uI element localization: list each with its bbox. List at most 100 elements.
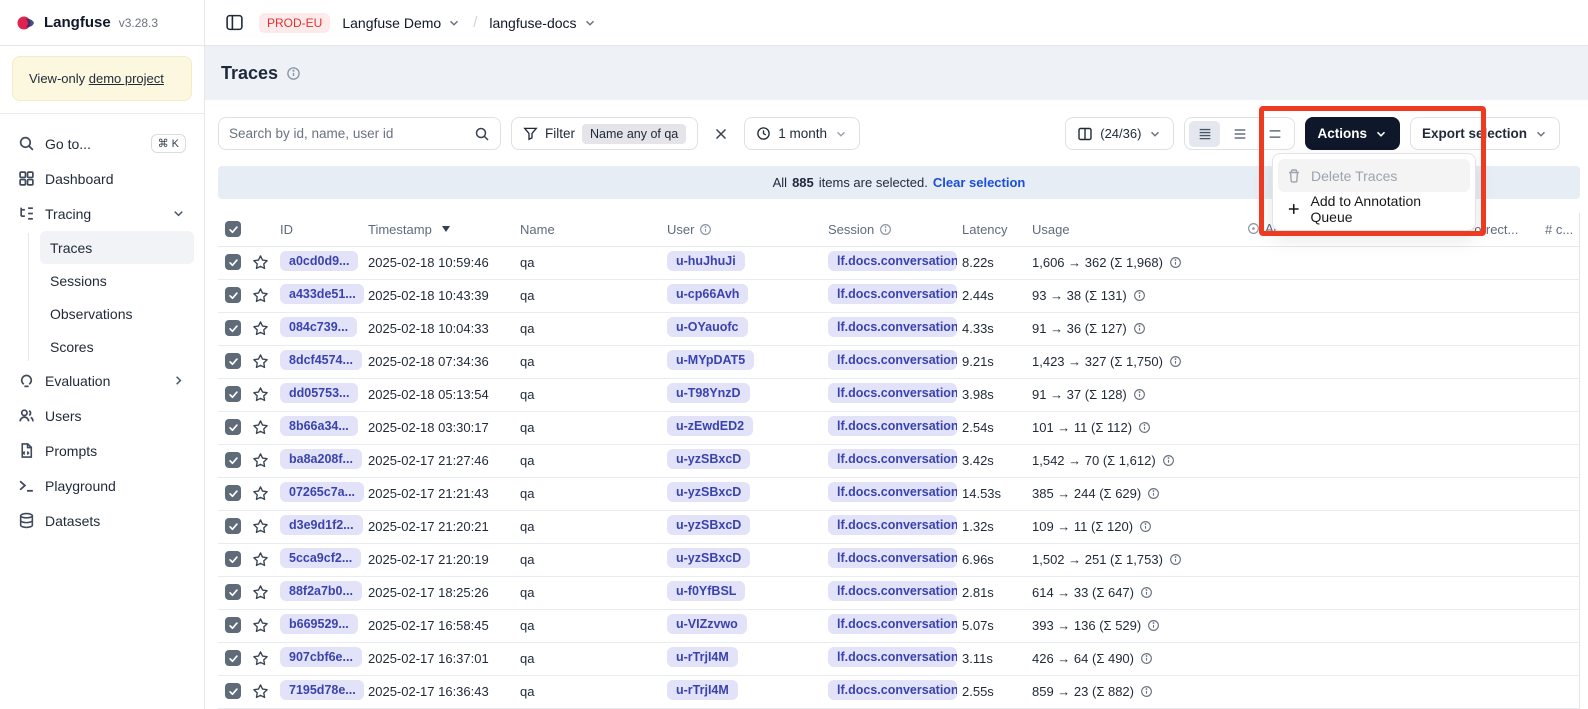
sidebar-item-datasets[interactable]: Datasets <box>10 503 194 538</box>
user-badge[interactable]: u-yzSBxcD <box>667 449 750 469</box>
trace-id-badge[interactable]: 5cca9cf2... <box>280 548 361 568</box>
user-badge[interactable]: u-MYpDAT5 <box>667 350 754 370</box>
star-icon[interactable] <box>252 518 269 535</box>
columns-button[interactable]: (24/36) <box>1065 117 1174 150</box>
user-badge[interactable]: u-huJhuJi <box>667 251 745 271</box>
row-checkbox[interactable] <box>225 683 241 699</box>
trace-id-badge[interactable]: a433de51... <box>280 284 364 304</box>
sidebar-item-tracing[interactable]: Tracing <box>10 196 194 231</box>
row-checkbox[interactable] <box>225 518 241 534</box>
session-badge[interactable]: lf.docs.conversation... <box>828 350 957 370</box>
row-checkbox[interactable] <box>225 353 241 369</box>
trace-id-badge[interactable]: dd05753... <box>280 383 358 403</box>
trace-id-badge[interactable]: 084c739... <box>280 317 357 337</box>
clear-selection-link[interactable]: Clear selection <box>933 175 1026 190</box>
export-selection-button[interactable]: Export selection <box>1410 117 1560 150</box>
actions-button[interactable]: Actions <box>1305 117 1400 150</box>
user-badge[interactable]: u-T98YnzD <box>667 383 750 403</box>
goto-search[interactable]: Go to... ⌘ K <box>10 126 194 161</box>
sidebar-item-prompts[interactable]: Prompts <box>10 433 194 468</box>
session-badge[interactable]: lf.docs.conversation... <box>828 383 957 403</box>
select-all-checkbox[interactable] <box>225 221 241 237</box>
row-checkbox[interactable] <box>225 452 241 468</box>
session-badge[interactable]: lf.docs.conversation... <box>828 284 957 304</box>
sidebar-item-playground[interactable]: Playground <box>10 468 194 503</box>
session-badge[interactable]: lf.docs.conversation... <box>828 548 957 568</box>
trace-id-badge[interactable]: a0cd0d9... <box>280 251 358 271</box>
user-badge[interactable]: u-yzSBxcD <box>667 548 750 568</box>
col-header-timestamp[interactable]: Timestamp <box>368 213 520 246</box>
star-icon[interactable] <box>252 551 269 568</box>
user-badge[interactable]: u-cp66Avh <box>667 284 748 304</box>
trace-id-badge[interactable]: 88f2a7b0... <box>280 581 362 601</box>
star-icon[interactable] <box>252 683 269 700</box>
trace-id-badge[interactable]: 907cbf6e... <box>280 647 362 667</box>
star-icon[interactable] <box>252 584 269 601</box>
trace-id-badge[interactable]: b669529... <box>280 614 358 634</box>
trace-id-badge[interactable]: d3e9d1f2... <box>280 515 363 535</box>
user-badge[interactable]: u-yzSBxcD <box>667 515 750 535</box>
session-badge[interactable]: lf.docs.conversation... <box>828 647 957 667</box>
trace-id-badge[interactable]: 8dcf4574... <box>280 350 362 370</box>
clear-filter-button[interactable] <box>708 121 734 147</box>
star-icon[interactable] <box>252 419 269 436</box>
menu-item-delete-traces[interactable]: Delete Traces <box>1278 159 1470 192</box>
sidebar-item-sessions[interactable]: Sessions <box>40 264 194 297</box>
trace-id-badge[interactable]: 8b66a34... <box>280 416 358 436</box>
sidebar-item-dashboard[interactable]: Dashboard <box>10 161 194 196</box>
star-icon[interactable] <box>252 320 269 337</box>
star-icon[interactable] <box>252 485 269 502</box>
user-badge[interactable]: u-VIZzvwo <box>667 614 747 634</box>
sidebar-item-scores[interactable]: Scores <box>40 330 194 363</box>
session-badge[interactable]: lf.docs.conversation... <box>828 317 957 337</box>
row-checkbox[interactable] <box>225 287 241 303</box>
menu-item-add-to-annotation-queue[interactable]: Add to Annotation Queue <box>1278 192 1470 225</box>
demo-project-link[interactable]: demo project <box>89 71 164 86</box>
user-badge[interactable]: u-f0YfBSL <box>667 581 745 601</box>
row-checkbox[interactable] <box>225 617 241 633</box>
user-badge[interactable]: u-rTrjI4M <box>667 680 738 700</box>
session-badge[interactable]: lf.docs.conversation... <box>828 515 957 535</box>
row-height-tall-button[interactable] <box>1259 121 1290 147</box>
star-icon[interactable] <box>252 287 269 304</box>
session-badge[interactable]: lf.docs.conversation... <box>828 680 957 700</box>
sidebar-item-observations[interactable]: Observations <box>40 297 194 330</box>
user-badge[interactable]: u-OYauofc <box>667 317 748 337</box>
star-icon[interactable] <box>252 386 269 403</box>
row-checkbox[interactable] <box>225 551 241 567</box>
star-icon[interactable] <box>252 254 269 271</box>
row-checkbox[interactable] <box>225 584 241 600</box>
row-checkbox[interactable] <box>225 320 241 336</box>
sidebar-item-evaluation[interactable]: Evaluation <box>10 363 194 398</box>
row-height-medium-button[interactable] <box>1224 121 1255 147</box>
row-height-compact-button[interactable] <box>1189 121 1220 147</box>
sidebar-toggle-icon[interactable] <box>221 10 247 36</box>
trace-id-badge[interactable]: 7195d78e... <box>280 680 364 700</box>
session-badge[interactable]: lf.docs.conversation... <box>828 449 957 469</box>
user-badge[interactable]: u-zEwdED2 <box>667 416 753 436</box>
session-badge[interactable]: lf.docs.conversation... <box>828 251 957 271</box>
filter-button[interactable]: Filter Name any of qa <box>511 117 698 150</box>
star-icon[interactable] <box>252 353 269 370</box>
trace-id-badge[interactable]: ba8a208f... <box>280 449 362 469</box>
session-badge[interactable]: lf.docs.conversation... <box>828 614 957 634</box>
trace-id-badge[interactable]: 07265c7a... <box>280 482 364 502</box>
session-badge[interactable]: lf.docs.conversation... <box>828 416 957 436</box>
row-checkbox[interactable] <box>225 485 241 501</box>
row-checkbox[interactable] <box>225 386 241 402</box>
user-badge[interactable]: u-yzSBxcD <box>667 482 750 502</box>
sidebar-item-users[interactable]: Users <box>10 398 194 433</box>
project-switcher[interactable]: langfuse-docs <box>489 15 596 31</box>
org-switcher[interactable]: Langfuse Demo <box>342 15 461 31</box>
row-checkbox[interactable] <box>225 419 241 435</box>
star-icon[interactable] <box>252 452 269 469</box>
row-checkbox[interactable] <box>225 650 241 666</box>
time-range-button[interactable]: 1 month <box>744 117 860 150</box>
user-badge[interactable]: u-rTrjI4M <box>667 647 738 667</box>
session-badge[interactable]: lf.docs.conversation... <box>828 581 957 601</box>
search-input[interactable] <box>229 126 474 141</box>
sidebar-item-traces[interactable]: Traces <box>40 231 194 264</box>
star-icon[interactable] <box>252 617 269 634</box>
star-icon[interactable] <box>252 650 269 667</box>
session-badge[interactable]: lf.docs.conversation... <box>828 482 957 502</box>
